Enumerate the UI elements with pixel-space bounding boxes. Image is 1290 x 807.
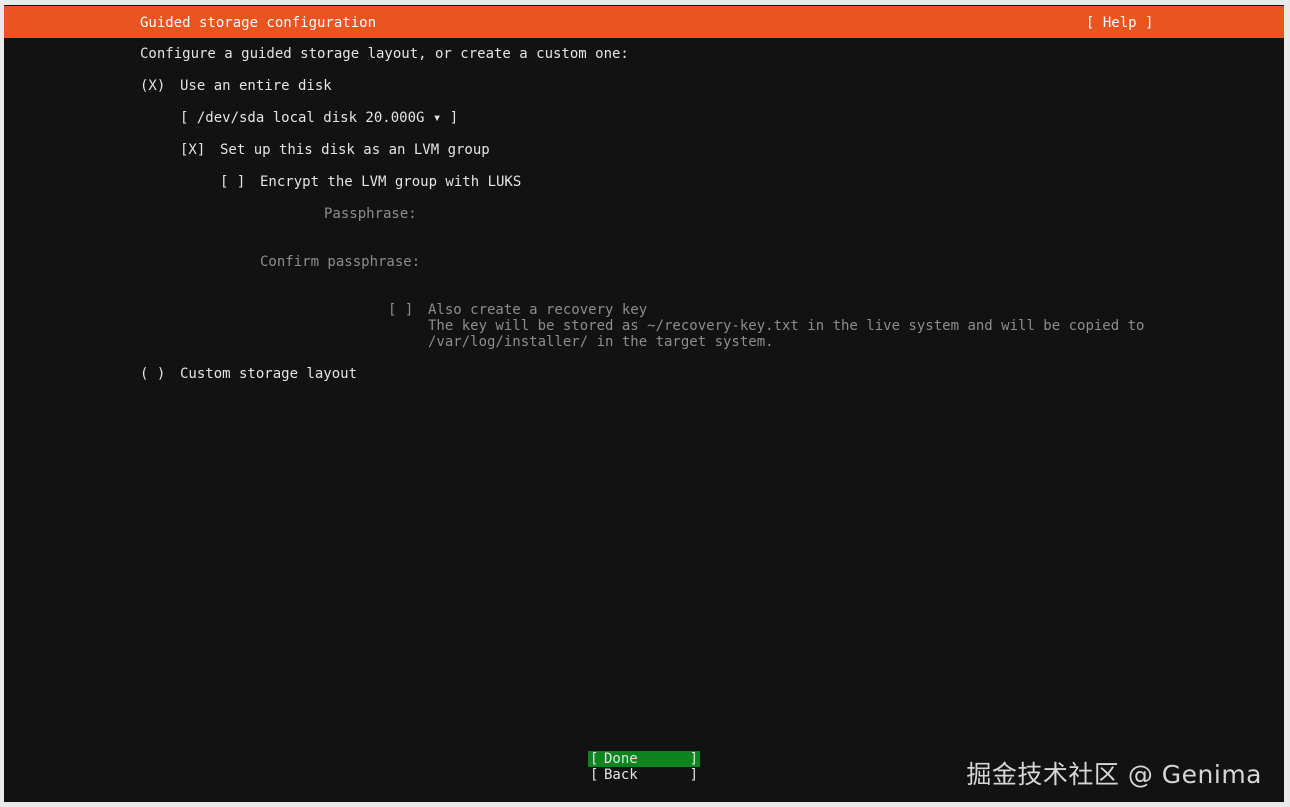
- done-bracket-open: [: [590, 751, 599, 767]
- confirm-passphrase-input[interactable]: [428, 254, 1028, 270]
- disk-select[interactable]: [ /dev/sda local disk 20.000G ▾ ]: [180, 110, 458, 126]
- custom-layout-label[interactable]: Custom storage layout: [180, 366, 357, 382]
- title-bar: Guided storage configuration [ Help ]: [4, 6, 1284, 38]
- back-bracket-close: ]: [689, 767, 698, 783]
- passphrase-input[interactable]: [428, 206, 1028, 222]
- done-label: Done: [604, 751, 638, 767]
- entire-disk-radio[interactable]: (X): [140, 78, 165, 94]
- recovery-key-label[interactable]: Also create a recovery key: [428, 302, 647, 318]
- recovery-key-description: The key will be stored as ~/recovery-key…: [428, 318, 1145, 334]
- custom-layout-radio[interactable]: ( ): [140, 366, 165, 382]
- recovery-key-checkbox[interactable]: [ ]: [388, 302, 413, 318]
- intro-text: Configure a guided storage layout, or cr…: [140, 46, 629, 62]
- confirm-passphrase-label: Confirm passphrase:: [260, 254, 421, 270]
- passphrase-label: Passphrase:: [324, 206, 417, 222]
- watermark: 掘金技术社区 @ Genima: [966, 760, 1262, 789]
- luks-label[interactable]: Encrypt the LVM group with LUKS: [260, 174, 521, 190]
- back-label: Back: [604, 767, 638, 783]
- entire-disk-label[interactable]: Use an entire disk: [180, 78, 332, 94]
- recovery-key-description-line2: /var/log/installer/ in the target system…: [428, 334, 774, 350]
- done-button[interactable]: [ Done ]: [588, 751, 700, 767]
- help-button[interactable]: [ Help ]: [1086, 15, 1153, 31]
- back-bracket-open: [: [590, 767, 599, 783]
- lvm-label[interactable]: Set up this disk as an LVM group: [220, 142, 490, 158]
- luks-checkbox[interactable]: [ ]: [220, 174, 245, 190]
- installer-screen: Guided storage configuration [ Help ] Co…: [4, 5, 1284, 802]
- page-title: Guided storage configuration: [140, 15, 377, 31]
- back-button[interactable]: [ Back ]: [588, 767, 700, 783]
- lvm-checkbox[interactable]: [X]: [180, 142, 205, 158]
- done-bracket-close: ]: [689, 751, 698, 767]
